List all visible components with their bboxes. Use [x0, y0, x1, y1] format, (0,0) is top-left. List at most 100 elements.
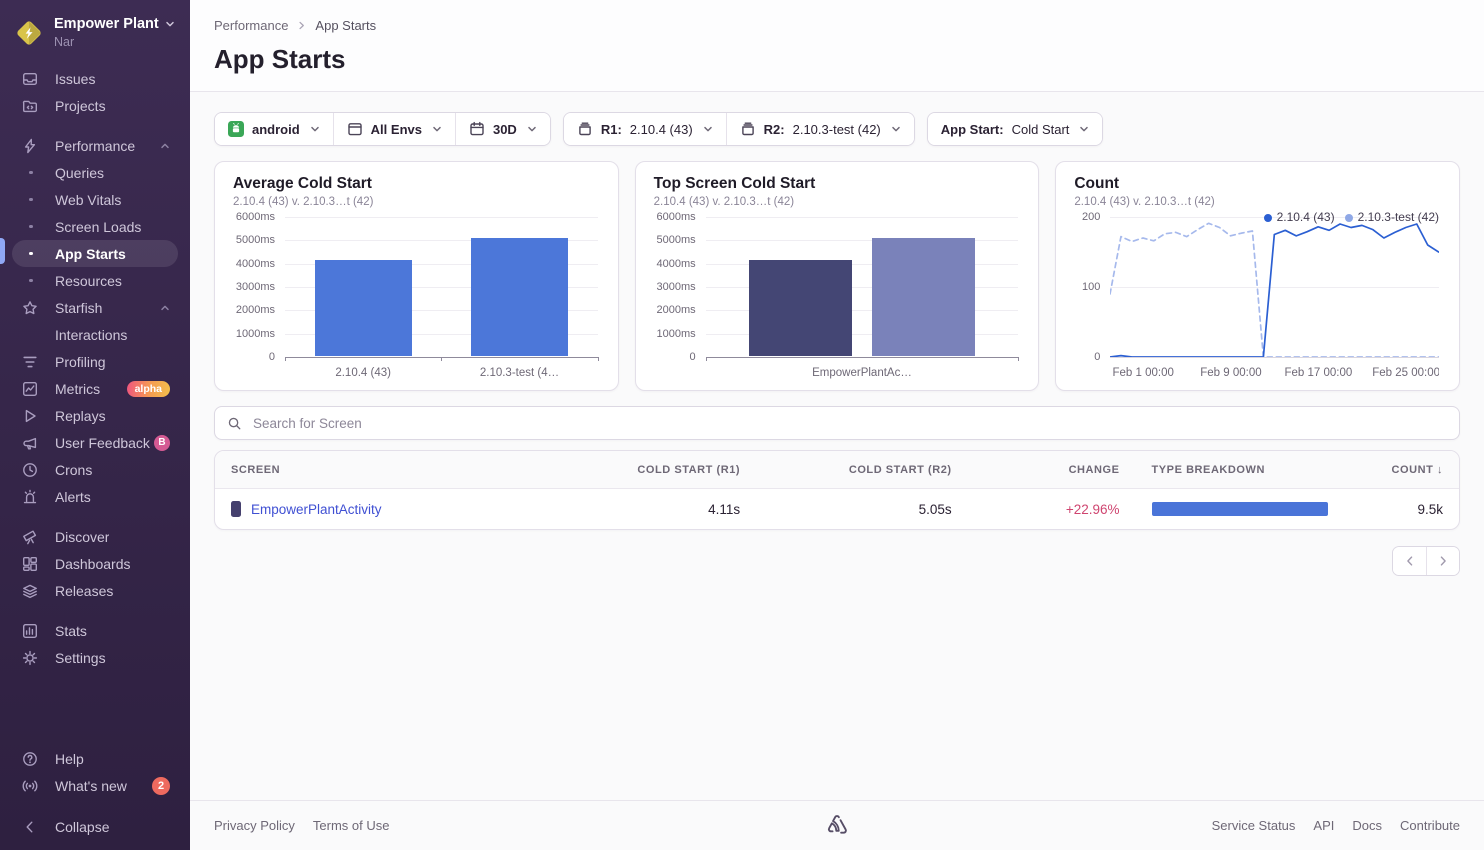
line-chart-plot: 20010002.10.4 (43)2.10.3-test (42)Feb 1 … [1074, 213, 1441, 379]
filter-prefix: R1: [601, 122, 622, 137]
sidebar-section: StatsSettings [12, 617, 178, 671]
megaphone-icon [22, 435, 38, 451]
chart-count: Count 2.10.4 (43) v. 2.10.3…t (42) 20010… [1055, 161, 1460, 391]
footer-link[interactable]: Contribute [1400, 818, 1460, 833]
column-header-count[interactable]: COUNT ↓ [1353, 451, 1459, 489]
sidebar-item-label: Queries [55, 165, 104, 181]
sidebar-item-leading [22, 71, 55, 87]
release-icon [740, 121, 756, 137]
page-title: App Starts [214, 44, 1460, 75]
sidebar-item-collapse[interactable]: Collapse [12, 813, 178, 840]
footer-link[interactable]: Terms of Use [313, 818, 390, 833]
footer-link[interactable]: Privacy Policy [214, 818, 295, 833]
sidebar-item-label: Metrics [55, 381, 100, 397]
filter-app-start-type[interactable]: App Start:Cold Start [928, 113, 1103, 145]
gridline [706, 217, 1019, 218]
footer-link[interactable]: API [1313, 818, 1334, 833]
x-axis-labels: EmpowerPlantAc… [706, 363, 1019, 379]
sidebar-nav: IssuesProjects Performance Queries Web Vita… [0, 57, 190, 684]
sidebar-item-help[interactable]: Help [12, 745, 178, 772]
y-axis-label: 2000ms [654, 304, 696, 316]
active-route-indicator [0, 238, 5, 264]
footer-link[interactable]: Docs [1352, 818, 1382, 833]
sidebar-item-leading [22, 623, 55, 639]
sidebar-item-starfish[interactable]: Starfish [12, 294, 178, 321]
sidebar-item-performance[interactable]: Performance [12, 132, 178, 159]
chevron-up-icon [160, 141, 170, 151]
column-header-type-breakdown[interactable]: TYPE BREAKDOWN [1136, 451, 1354, 489]
badge-count: 2 [152, 777, 170, 795]
sidebar-item-label: Resources [55, 273, 122, 289]
search-input[interactable] [251, 415, 1447, 432]
column-header-cold-start-r2-[interactable]: COLD START (R2) [756, 451, 967, 489]
filter-release-1[interactable]: R1: 2.10.4 (43) [564, 113, 726, 145]
sidebar-item-discover[interactable]: Discover [12, 523, 178, 550]
star-icon [22, 300, 38, 316]
releases-icon [22, 583, 38, 599]
chart-subtitle: 2.10.4 (43) v. 2.10.3…t (42) [233, 196, 600, 208]
org-switcher[interactable]: Empower Plant Nar [0, 14, 190, 57]
sidebar-item-alerts[interactable]: Alerts [12, 483, 178, 510]
axis-tick [1018, 357, 1019, 361]
sidebar-item-stats[interactable]: Stats [12, 617, 178, 644]
screen-cell: EmpowerPlantActivity [215, 489, 557, 530]
filter-release-2[interactable]: R2:2.10.3-test (42) [726, 113, 914, 145]
sidebar-item-label: User Feedback [55, 435, 150, 451]
stats-icon [22, 623, 38, 639]
sidebar-item-profiling[interactable]: Profiling [12, 348, 178, 375]
sidebar-item-label: Collapse [55, 819, 109, 835]
filter-environment[interactable]: All Envs [333, 113, 455, 145]
sidebar-item-leading [22, 556, 55, 572]
cold-start-r2-cell: 5.05s [756, 489, 967, 530]
sidebar-item-dashboards[interactable]: Dashboards [12, 550, 178, 577]
filter-value: 2.10.4 (43) [630, 122, 693, 137]
footer-link[interactable]: Service Status [1212, 818, 1296, 833]
chevron-down-icon [1079, 124, 1089, 134]
screen-link[interactable]: EmpowerPlantActivity [251, 502, 382, 517]
folder-icon [22, 98, 38, 114]
y-axis-label: 200 [1074, 211, 1100, 223]
sidebar-item-app-starts[interactable]: App Starts [12, 240, 178, 267]
chevron-down-icon [703, 124, 713, 134]
column-header-cold-start-r1-[interactable]: COLD START (R1) [557, 451, 756, 489]
column-header-screen[interactable]: SCREEN [215, 451, 557, 489]
clock-icon [22, 462, 38, 478]
filter-date-range[interactable]: 30D [455, 113, 550, 145]
sidebar-item-queries[interactable]: Queries [12, 159, 178, 186]
sidebar-item-interactions[interactable]: Interactions [12, 321, 178, 348]
line-series-2.10.4 (43) [1110, 224, 1439, 357]
y-axis-label: 0 [654, 351, 696, 363]
org-logo-icon [14, 18, 44, 48]
next-page-button[interactable] [1426, 547, 1459, 575]
sidebar-item-replays[interactable]: Replays [12, 402, 178, 429]
sidebar-item-user-feedback[interactable]: User FeedbackB [12, 429, 178, 456]
breadcrumb-item[interactable]: Performance [214, 18, 288, 33]
table-row: EmpowerPlantActivity4.11s5.05s+22.96%9.5… [215, 489, 1459, 530]
sidebar-item-resources[interactable]: Resources [12, 267, 178, 294]
sidebar-item-screen-loads[interactable]: Screen Loads [12, 213, 178, 240]
sidebar-item-label: Releases [55, 583, 113, 599]
bullet-icon [29, 171, 33, 175]
column-header-change[interactable]: CHANGE [968, 451, 1136, 489]
broadcast-icon [22, 778, 38, 794]
sidebar-item-settings[interactable]: Settings [12, 644, 178, 671]
sidebar-item-releases[interactable]: Releases [12, 577, 178, 604]
sidebar-item-whats-new[interactable]: What's new2 [12, 772, 178, 799]
y-axis-label: 1000ms [654, 328, 696, 340]
sidebar: Empower Plant Nar IssuesProjects Performa… [0, 0, 190, 850]
sidebar-item-leading [22, 98, 55, 114]
sidebar-item-projects[interactable]: Projects [12, 92, 178, 119]
y-axis-label: 0 [233, 351, 275, 363]
footer-left-links: Privacy Policy Terms of Use [214, 818, 390, 833]
sidebar-item-web-vitals[interactable]: Web Vitals [12, 186, 178, 213]
sidebar-item-issues[interactable]: Issues [12, 65, 178, 92]
filter-project[interactable]: android [215, 113, 333, 145]
sidebar-item-metrics[interactable]: Metricsalpha [12, 375, 178, 402]
count-cell: 9.5k [1353, 489, 1459, 530]
gridline [706, 357, 1019, 358]
prev-page-button[interactable] [1393, 547, 1426, 575]
sidebar-item-crons[interactable]: Crons [12, 456, 178, 483]
breadcrumb-separator-icon [297, 21, 306, 30]
sidebar-item-leading [22, 171, 55, 175]
bar-chart-plot: 6000ms5000ms4000ms3000ms2000ms1000ms0Emp… [654, 213, 1021, 379]
